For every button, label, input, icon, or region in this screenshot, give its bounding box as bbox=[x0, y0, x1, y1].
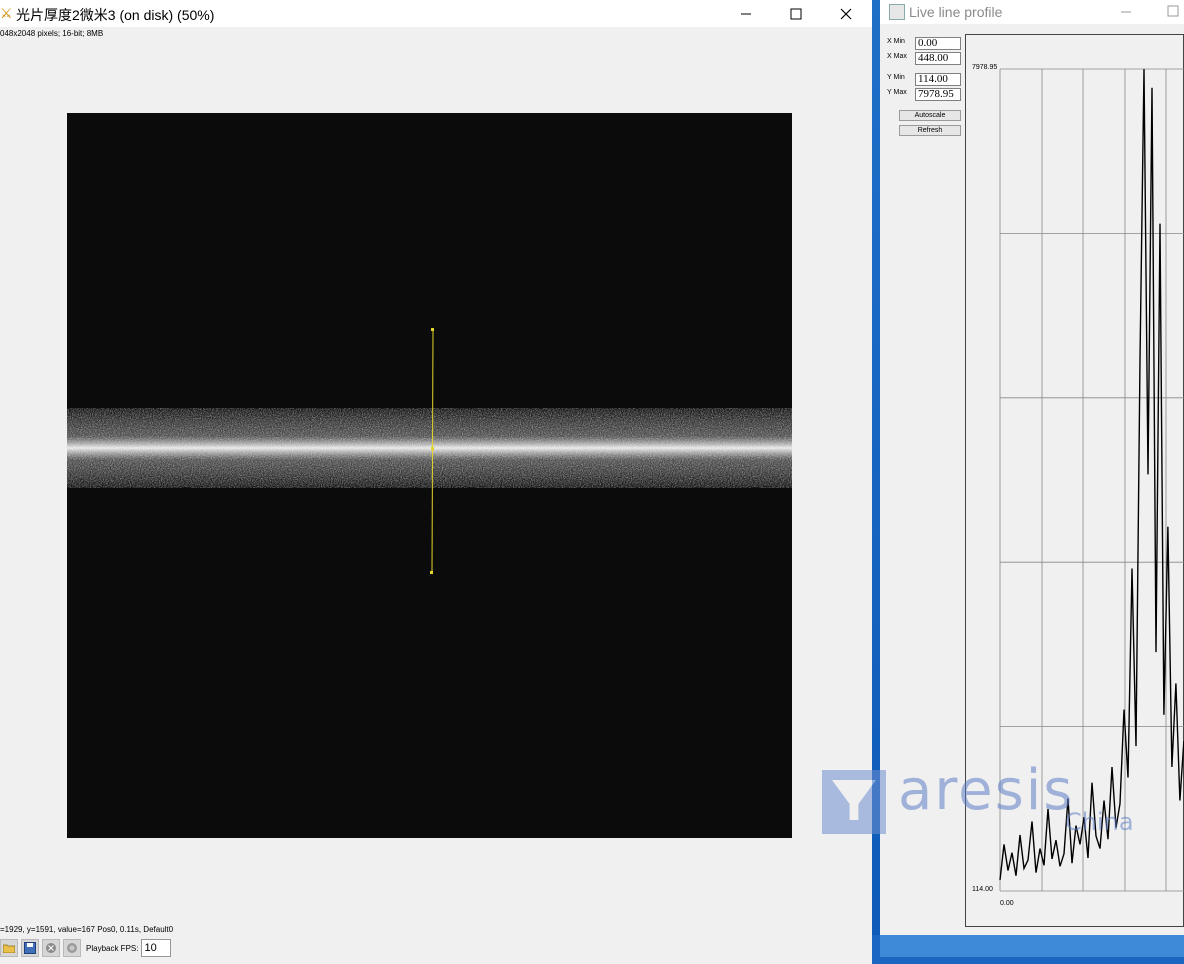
y-axis-bottom-label: 114.00 bbox=[972, 886, 993, 893]
maximize-icon bbox=[790, 8, 802, 19]
profile-line-end-handle[interactable] bbox=[430, 571, 433, 574]
save-icon bbox=[24, 942, 36, 954]
record-icon bbox=[67, 943, 77, 953]
image-svg bbox=[67, 328, 792, 574]
minimize-button[interactable] bbox=[722, 0, 770, 27]
image-canvas[interactable] bbox=[67, 113, 792, 838]
playback-fps-input[interactable] bbox=[141, 939, 172, 957]
image-info-text: 048x2048 pixels; 16-bit; 8MB bbox=[0, 29, 104, 38]
x-axis-left-label: 0.00 bbox=[1000, 900, 1014, 907]
profile-line-start-handle[interactable] bbox=[431, 328, 434, 331]
profile-line-mid-handle[interactable] bbox=[431, 447, 434, 450]
profile-chart: 7978.95 114.00 0.00 bbox=[972, 64, 1184, 907]
profile-line[interactable] bbox=[431, 329, 434, 573]
stop-button[interactable] bbox=[42, 939, 60, 957]
record-button[interactable] bbox=[63, 939, 81, 957]
light-sheet-speckle bbox=[67, 408, 792, 488]
image-window: ⚔ 光片厚度2微米3 (on disk) (50%) 048x2048 pixe… bbox=[0, 0, 872, 964]
microscope-icon: ⚔ bbox=[0, 5, 13, 21]
open-button[interactable] bbox=[0, 939, 18, 957]
close-button[interactable] bbox=[822, 0, 870, 27]
profile-series-line bbox=[999, 69, 1184, 880]
plot-window-bottom-edge bbox=[880, 935, 1184, 957]
playback-fps-label: Playback FPS: bbox=[86, 943, 139, 953]
save-button[interactable] bbox=[21, 939, 39, 957]
minimize-icon bbox=[741, 13, 751, 14]
image-status-text: =1929, y=1591, value=167 Pos0, 0.11s, De… bbox=[0, 925, 174, 934]
image-window-title: 光片厚度2微米3 (on disk) (50%) bbox=[16, 7, 215, 23]
stop-icon bbox=[46, 943, 56, 953]
desktop-background bbox=[872, 0, 880, 964]
open-folder-icon bbox=[3, 944, 15, 953]
image-toolbar: Playback FPS: bbox=[0, 938, 172, 958]
maximize-button[interactable] bbox=[772, 0, 820, 27]
close-icon bbox=[840, 8, 852, 19]
image-window-titlebar[interactable]: ⚔ 光片厚度2微米3 (on disk) (50%) bbox=[0, 0, 872, 27]
y-axis-top-label: 7978.95 bbox=[972, 64, 997, 71]
